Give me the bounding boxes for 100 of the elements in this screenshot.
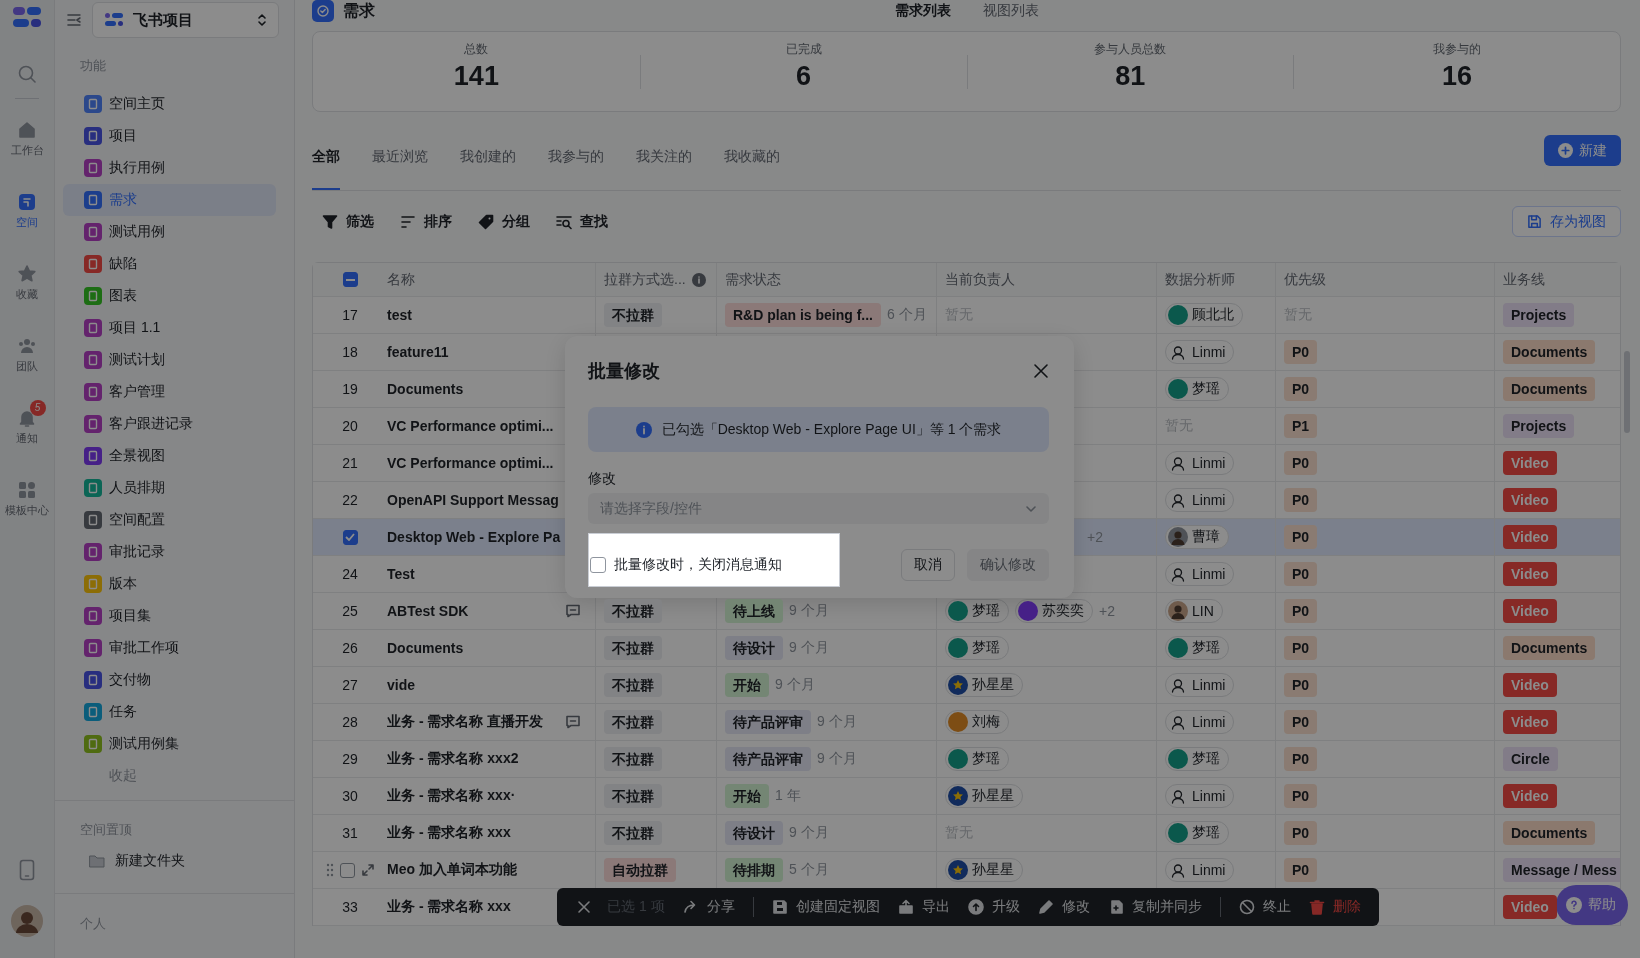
comment-icon	[565, 603, 581, 619]
rail-item[interactable]: 通知 5	[0, 399, 55, 471]
requirement-name[interactable]: Meo 加入单词本功能	[387, 861, 517, 879]
filter-tab[interactable]: 我收藏的	[724, 135, 780, 190]
action-button[interactable]: 创建固定视图	[771, 898, 880, 916]
page-title: 需求	[343, 0, 375, 21]
business-tag: Video	[1503, 710, 1557, 734]
person-name: Linmi	[1192, 677, 1226, 693]
sidebar-item[interactable]: 客户跟进记录	[63, 408, 276, 440]
priority-tag: P0	[1284, 340, 1318, 364]
sidebar-item[interactable]: 项目集	[63, 600, 276, 632]
sidebar-item[interactable]: 测试计划	[63, 344, 276, 376]
cancel-button[interactable]: 取消	[901, 549, 955, 581]
requirement-name[interactable]: Documents	[387, 640, 464, 656]
rail-item[interactable]: 团队	[0, 327, 55, 399]
new-button[interactable]: 新建	[1544, 135, 1621, 166]
rail-item[interactable]: 收藏	[0, 255, 55, 327]
sidebar-item[interactable]: 空间主页	[63, 88, 276, 120]
sidebar-item[interactable]: 审批记录	[63, 536, 276, 568]
column-header[interactable]: 业务线	[1503, 270, 1545, 289]
filter-tab[interactable]: 最近浏览	[372, 135, 428, 190]
filter-tab[interactable]: 我创建的	[460, 135, 516, 190]
column-header[interactable]: 优先级	[1284, 270, 1326, 289]
filter-tab[interactable]: 我关注的	[636, 135, 692, 190]
column-header[interactable]: 数据分析师	[1165, 270, 1235, 289]
requirement-name[interactable]: 业务 - 需求名称 xxx·	[387, 787, 516, 805]
sidebar-item[interactable]: 测试用例	[63, 216, 276, 248]
view-tab[interactable]: 需求列表	[894, 0, 951, 20]
checkbox[interactable]	[590, 557, 606, 573]
logo-icon	[12, 6, 42, 28]
project-selector[interactable]: 飞书项目	[91, 2, 279, 38]
toolbar-button[interactable]: 排序	[400, 212, 452, 231]
view-tab[interactable]: 视图列表	[982, 0, 1039, 20]
sidebar-item[interactable]: 审批工作项	[63, 632, 276, 664]
sidebar-item[interactable]: 交付物	[63, 664, 276, 696]
toolbar-button[interactable]: 分组	[478, 212, 530, 231]
sidebar-item[interactable]: 人员排期	[63, 472, 276, 504]
requirement-name[interactable]: OpenAPI Support Messag	[387, 492, 559, 508]
sidebar-item[interactable]: 空间配置	[63, 504, 276, 536]
requirement-name[interactable]: feature11	[387, 344, 449, 360]
folder-item[interactable]: 新建文件夹	[63, 845, 276, 877]
requirement-name[interactable]: Test	[387, 566, 415, 582]
business-tag: Video	[1503, 488, 1557, 512]
action-button[interactable]: 复制并同步	[1107, 898, 1202, 916]
elapsed-time: 9 个月	[817, 750, 857, 768]
section-heading: 个人	[79, 915, 107, 933]
requirement-name[interactable]: Desktop Web - Explore Pa	[387, 529, 561, 545]
toolbar-button[interactable]: 查找	[556, 212, 608, 231]
app-icon	[84, 127, 102, 145]
app-icon	[84, 639, 102, 657]
priority-tag: P0	[1284, 599, 1318, 623]
toolbar-button[interactable]: 筛选	[322, 212, 374, 231]
help-button[interactable]: 帮助	[1556, 885, 1628, 925]
action-button[interactable]: 升级	[967, 898, 1020, 916]
sidebar-item[interactable]: 测试用例集	[63, 728, 276, 760]
checkbox[interactable]	[342, 529, 358, 545]
column-header[interactable]: 名称	[387, 270, 415, 289]
requirement-name[interactable]: 业务 - 需求名称 xxx	[387, 898, 511, 916]
requirement-name[interactable]: Documents	[387, 381, 464, 397]
sidebar-item[interactable]: 版本	[63, 568, 276, 600]
sidebar-item[interactable]: 项目 1.1	[63, 312, 276, 344]
business-tag: Documents	[1503, 821, 1596, 845]
sidebar-item[interactable]: 执行用例	[63, 152, 276, 184]
column-header[interactable]: 当前负责人	[945, 270, 1015, 289]
rail-item[interactable]: 模板中心	[0, 471, 55, 543]
requirement-name[interactable]: 业务 - 需求名称 xxx	[387, 824, 511, 842]
stat-value: 141	[453, 60, 499, 92]
avatar-icon	[1168, 453, 1188, 473]
rail-item[interactable]: 工作台	[0, 111, 55, 183]
sidebar-item[interactable]: 客户管理	[63, 376, 276, 408]
action-button[interactable]: 分享	[682, 898, 735, 916]
app-icon	[84, 383, 102, 401]
requirement-name[interactable]: VC Performance optimi...	[387, 455, 554, 471]
requirement-name[interactable]: vide	[387, 677, 415, 693]
filter-tab[interactable]: 我参与的	[548, 135, 604, 190]
sidebar-item[interactable]: 缺陷	[63, 248, 276, 280]
requirement-name[interactable]: VC Performance optimi...	[387, 418, 554, 434]
checkbox[interactable]	[342, 272, 358, 287]
requirement-name[interactable]: ABTest SDK	[387, 603, 469, 619]
info-icon	[691, 272, 706, 287]
column-header[interactable]: 拉群方式选...	[604, 270, 706, 289]
sidebar-item[interactable]: 图表	[63, 280, 276, 312]
save-view-button[interactable]: 存为视图	[1512, 206, 1621, 237]
action-button[interactable]: 终止	[1238, 898, 1291, 916]
filter-tab[interactable]: 全部	[312, 135, 340, 190]
rail-item[interactable]: 空间	[0, 183, 55, 255]
sidebar-item[interactable]: 全景视图	[63, 440, 276, 472]
group-tag: 不拉群	[604, 710, 662, 734]
requirement-name[interactable]: 业务 - 需求名称 xxx2	[387, 750, 519, 768]
scrollbar[interactable]	[1624, 351, 1630, 433]
person-name: 苏奕奕	[1042, 602, 1084, 620]
sidebar-item[interactable]: 项目	[63, 120, 276, 152]
sidebar-item[interactable]: 任务	[63, 696, 276, 728]
person-name: 孙星星	[972, 787, 1014, 805]
action-button[interactable]: 导出	[897, 898, 950, 916]
requirement-name[interactable]: 业务 - 需求名称 直播开发	[387, 713, 544, 731]
checkbox[interactable]	[339, 862, 355, 878]
action-button[interactable]: 修改	[1037, 898, 1090, 916]
column-header[interactable]: 需求状态	[725, 270, 781, 289]
requirement-name[interactable]: test	[387, 307, 412, 323]
